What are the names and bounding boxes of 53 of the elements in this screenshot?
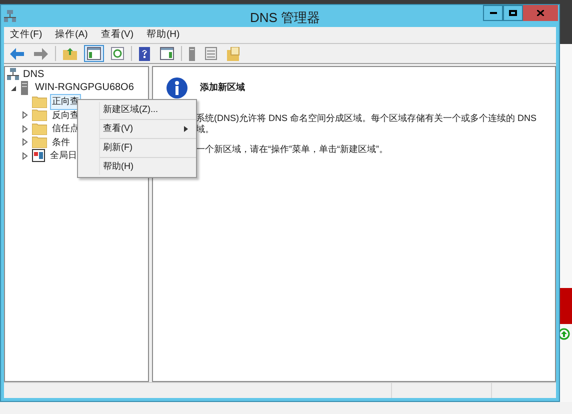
context-menu-item[interactable]: 新建区域(Z)... — [78, 102, 196, 118]
toolbar-button[interactable] — [60, 45, 80, 62]
details-text: 系统(DNS)允许将 DNS 命名空间分成区域。每个区域存储有关一个或多个连续的 DNS — [196, 113, 538, 124]
close-button[interactable] — [523, 5, 558, 21]
menu-item[interactable]: 帮助(H) — [146, 28, 180, 42]
folder-icon — [32, 96, 47, 108]
upload-icon — [558, 328, 570, 340]
network-icon — [7, 68, 19, 80]
minimize-button[interactable] — [483, 5, 503, 21]
expand-arrow-icon[interactable] — [21, 137, 29, 148]
submenu-arrow-icon — [184, 126, 188, 132]
toolbar-button[interactable] — [157, 45, 177, 62]
window-title: DNS 管理器 — [250, 9, 320, 27]
tree-label[interactable]: WIN-RGNGPGU68O6 — [35, 80, 134, 95]
toolbar-button[interactable] — [202, 45, 220, 62]
tree-node-root[interactable]: DNS — [5, 68, 148, 80]
close-icon — [537, 10, 544, 16]
help-book-icon — [139, 46, 150, 60]
tree-item[interactable]: 正向查 — [50, 94, 81, 110]
toolbar-button[interactable] — [31, 45, 51, 62]
details-heading: 添加新区域 — [200, 81, 245, 94]
toolbar-button[interactable] — [186, 45, 198, 62]
toolbar-button[interactable] — [84, 45, 104, 62]
toolbar-button[interactable] — [108, 45, 127, 62]
toolbar-button[interactable] — [136, 45, 153, 62]
expand-arrow-icon[interactable] — [21, 150, 29, 161]
back-arrow-icon — [10, 48, 24, 60]
tree-item[interactable]: 全局日 — [48, 148, 79, 164]
folder-icon — [32, 136, 47, 148]
network-icon — [4, 10, 16, 22]
list-view-icon — [205, 47, 217, 60]
menu-item[interactable]: 操作(A) — [55, 28, 88, 42]
context-menu-item[interactable]: 刷新(F) — [78, 140, 196, 156]
folder-up-icon — [63, 47, 77, 60]
expand-arrow-icon[interactable] — [21, 110, 29, 120]
context-menu-item[interactable]: 帮助(H) — [78, 159, 196, 175]
refresh-icon — [111, 47, 124, 60]
server-icon — [21, 80, 28, 94]
info-icon — [166, 77, 188, 99]
context-menu-item[interactable]: 查看(V) — [78, 121, 196, 137]
folders-icon — [227, 46, 241, 60]
action-pane-icon — [160, 47, 174, 60]
expand-arrow-icon[interactable] — [21, 124, 29, 134]
details-text: 域。 — [196, 124, 215, 135]
forward-arrow-icon — [34, 48, 48, 60]
tree-item[interactable]: 条件 — [50, 134, 72, 150]
console-tree-icon — [87, 47, 101, 60]
menu-item[interactable]: 文件(F) — [10, 28, 42, 42]
server-tower-icon — [189, 46, 195, 60]
menu-item[interactable]: 查看(V) — [100, 28, 134, 42]
folder-icon — [32, 122, 47, 135]
event-log-icon — [32, 149, 45, 162]
folder-icon — [32, 109, 47, 122]
